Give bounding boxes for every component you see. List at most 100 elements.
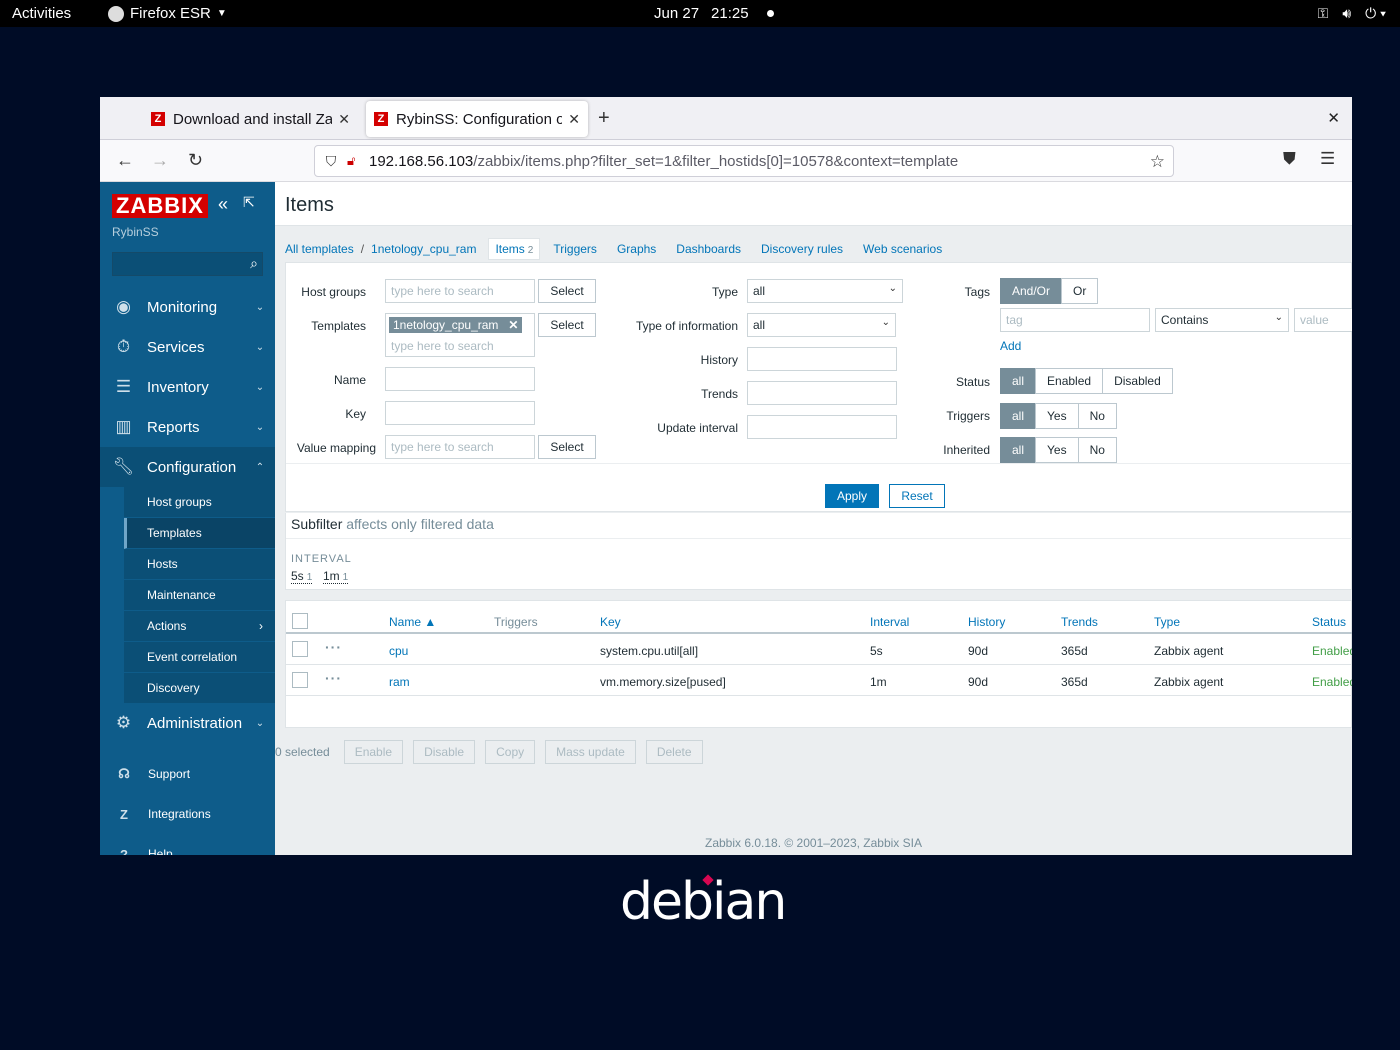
delete-button[interactable]: Delete: [645, 740, 703, 764]
tab-items[interactable]: Items 2: [488, 238, 541, 260]
column-header-history[interactable]: History: [968, 615, 1005, 629]
key-input[interactable]: [385, 401, 535, 425]
triggers-all-option[interactable]: all: [1000, 403, 1037, 429]
reset-button[interactable]: Reset: [889, 484, 945, 508]
subfilter-interval-5s[interactable]: 5s 1: [291, 569, 313, 584]
tag-name-input[interactable]: tag: [1000, 308, 1150, 332]
name-input[interactable]: [385, 367, 535, 391]
url-bar[interactable]: ⛉ 🔓︎ 192.168.56.103/zabbix/items.php?fil…: [314, 145, 1174, 177]
clock[interactable]: Jun 27 21:25: [654, 5, 774, 22]
submenu-maintenance[interactable]: Maintenance: [124, 580, 275, 611]
browser-tab-configuration[interactable]: Z RybinSS: Configuration of items ✕: [366, 101, 588, 137]
collapse-sidebar-icon[interactable]: «: [218, 194, 228, 215]
item-name-link[interactable]: cpu: [389, 644, 408, 658]
column-header-key[interactable]: Key: [600, 615, 621, 629]
more-actions-icon[interactable]: ···: [325, 670, 342, 686]
submenu-event-correlation[interactable]: Event correlation: [124, 642, 275, 673]
add-tag-link[interactable]: Add: [1000, 339, 1021, 353]
search-icon[interactable]: ⌕: [250, 255, 258, 272]
submenu-discovery[interactable]: Discovery: [124, 673, 275, 704]
breadcrumb-all-templates[interactable]: All templates: [285, 242, 354, 256]
copy-button[interactable]: Copy: [485, 740, 536, 764]
subfilter-interval-1m[interactable]: 1m 1: [323, 569, 349, 584]
update-interval-input[interactable]: [747, 415, 897, 439]
menu-inventory[interactable]: ☰ Inventory ⌄: [100, 367, 275, 407]
tags-and-or-option[interactable]: And/Or: [1000, 278, 1063, 304]
templates-input[interactable]: 1netology_cpu_ram ✕ type here to search: [385, 313, 535, 357]
system-tray[interactable]: ⚿ 🔊︎ ⏻ ▾: [1318, 5, 1386, 22]
help-link[interactable]: ? Help: [100, 839, 275, 856]
reload-icon[interactable]: ↻: [188, 150, 203, 171]
tab-graphs[interactable]: Graphs: [617, 242, 656, 256]
type-select[interactable]: all ⌄: [747, 279, 903, 303]
hide-sidebar-icon[interactable]: ⇱: [243, 194, 255, 211]
submenu-host-groups[interactable]: Host groups: [124, 487, 275, 518]
new-tab-icon[interactable]: +: [598, 107, 610, 130]
forward-icon[interactable]: →: [151, 150, 169, 171]
hamburger-menu-icon[interactable]: ☰: [1320, 149, 1335, 169]
column-header-type[interactable]: Type: [1154, 615, 1180, 629]
tag-value-input[interactable]: value: [1294, 308, 1352, 332]
column-header-trends[interactable]: Trends: [1061, 615, 1098, 629]
activities-button[interactable]: Activities: [12, 5, 71, 22]
select-all-checkbox[interactable]: [292, 613, 308, 629]
item-name-link[interactable]: ram: [389, 675, 410, 689]
value-mapping-input[interactable]: type here to search: [385, 435, 535, 459]
status-enabled-option[interactable]: Enabled: [1035, 368, 1104, 394]
submenu-templates[interactable]: Templates: [124, 518, 275, 549]
app-menu[interactable]: Firefox ESR ▼: [108, 5, 227, 22]
apply-button[interactable]: Apply: [825, 484, 879, 508]
shield-icon[interactable]: ⛉: [315, 153, 347, 170]
submenu-hosts[interactable]: Hosts: [124, 549, 275, 580]
zabbix-logo[interactable]: ZABBIX: [112, 194, 208, 218]
remove-chip-icon[interactable]: ✕: [508, 318, 518, 332]
sidebar-search-input[interactable]: ⌕: [112, 252, 263, 276]
menu-monitoring[interactable]: ◉ Monitoring ⌄: [100, 287, 275, 327]
enable-button[interactable]: Enable: [343, 740, 404, 764]
value-mapping-select-button[interactable]: Select: [538, 435, 596, 459]
triggers-yes-option[interactable]: Yes: [1035, 403, 1079, 429]
browser-tab-download[interactable]: Z Download and install Zabbix ✕: [143, 101, 358, 137]
disable-button[interactable]: Disable: [413, 740, 476, 764]
bookmark-star-icon[interactable]: ☆: [1150, 152, 1165, 172]
close-tab-icon[interactable]: ✕: [568, 111, 580, 128]
menu-services[interactable]: ⏱︎ Services ⌄: [100, 327, 275, 367]
tab-dashboards[interactable]: Dashboards: [676, 242, 741, 256]
inherited-no-option[interactable]: No: [1077, 437, 1117, 463]
type-of-information-select[interactable]: all ⌄: [747, 313, 896, 337]
integrations-link[interactable]: Z Integrations: [100, 799, 275, 829]
triggers-no-option[interactable]: No: [1077, 403, 1117, 429]
column-header-status[interactable]: Status: [1312, 615, 1346, 629]
support-link[interactable]: ☊ Support: [100, 759, 275, 789]
tab-web-scenarios[interactable]: Web scenarios: [863, 242, 942, 256]
status-disabled-option[interactable]: Disabled: [1102, 368, 1173, 394]
insecure-lock-icon[interactable]: 🔓︎: [347, 153, 369, 169]
tags-or-option[interactable]: Or: [1061, 278, 1099, 304]
more-actions-icon[interactable]: ···: [325, 639, 342, 655]
history-input[interactable]: [747, 347, 897, 371]
close-window-icon[interactable]: ✕: [1327, 109, 1340, 127]
menu-reports[interactable]: ▥ Reports ⌄: [100, 407, 275, 447]
templates-select-button[interactable]: Select: [538, 313, 596, 337]
host-groups-select-button[interactable]: Select: [538, 279, 596, 303]
tab-triggers[interactable]: Triggers: [553, 242, 597, 256]
trends-input[interactable]: [747, 381, 897, 405]
status-all-option[interactable]: all: [1000, 368, 1037, 394]
close-tab-icon[interactable]: ✕: [338, 111, 350, 128]
row-checkbox[interactable]: [292, 641, 308, 657]
mass-update-button[interactable]: Mass update: [545, 740, 636, 764]
pocket-icon[interactable]: ⛊: [1283, 149, 1296, 169]
column-header-name[interactable]: Name ▲: [389, 615, 436, 629]
back-icon[interactable]: ←: [116, 150, 134, 171]
tag-operator-select[interactable]: Contains ⌄: [1155, 308, 1289, 332]
menu-configuration[interactable]: 🔧︎ Configuration ⌃: [100, 447, 275, 487]
inherited-all-option[interactable]: all: [1000, 437, 1037, 463]
item-status-link[interactable]: Enabled: [1312, 644, 1352, 658]
inherited-yes-option[interactable]: Yes: [1035, 437, 1079, 463]
submenu-actions[interactable]: Actions ›: [124, 611, 275, 642]
item-status-link[interactable]: Enabled: [1312, 675, 1352, 689]
menu-administration[interactable]: ⚙ Administration ⌄: [100, 703, 275, 743]
host-groups-input[interactable]: type here to search: [385, 279, 535, 303]
column-header-interval[interactable]: Interval: [870, 615, 909, 629]
row-checkbox[interactable]: [292, 672, 308, 688]
